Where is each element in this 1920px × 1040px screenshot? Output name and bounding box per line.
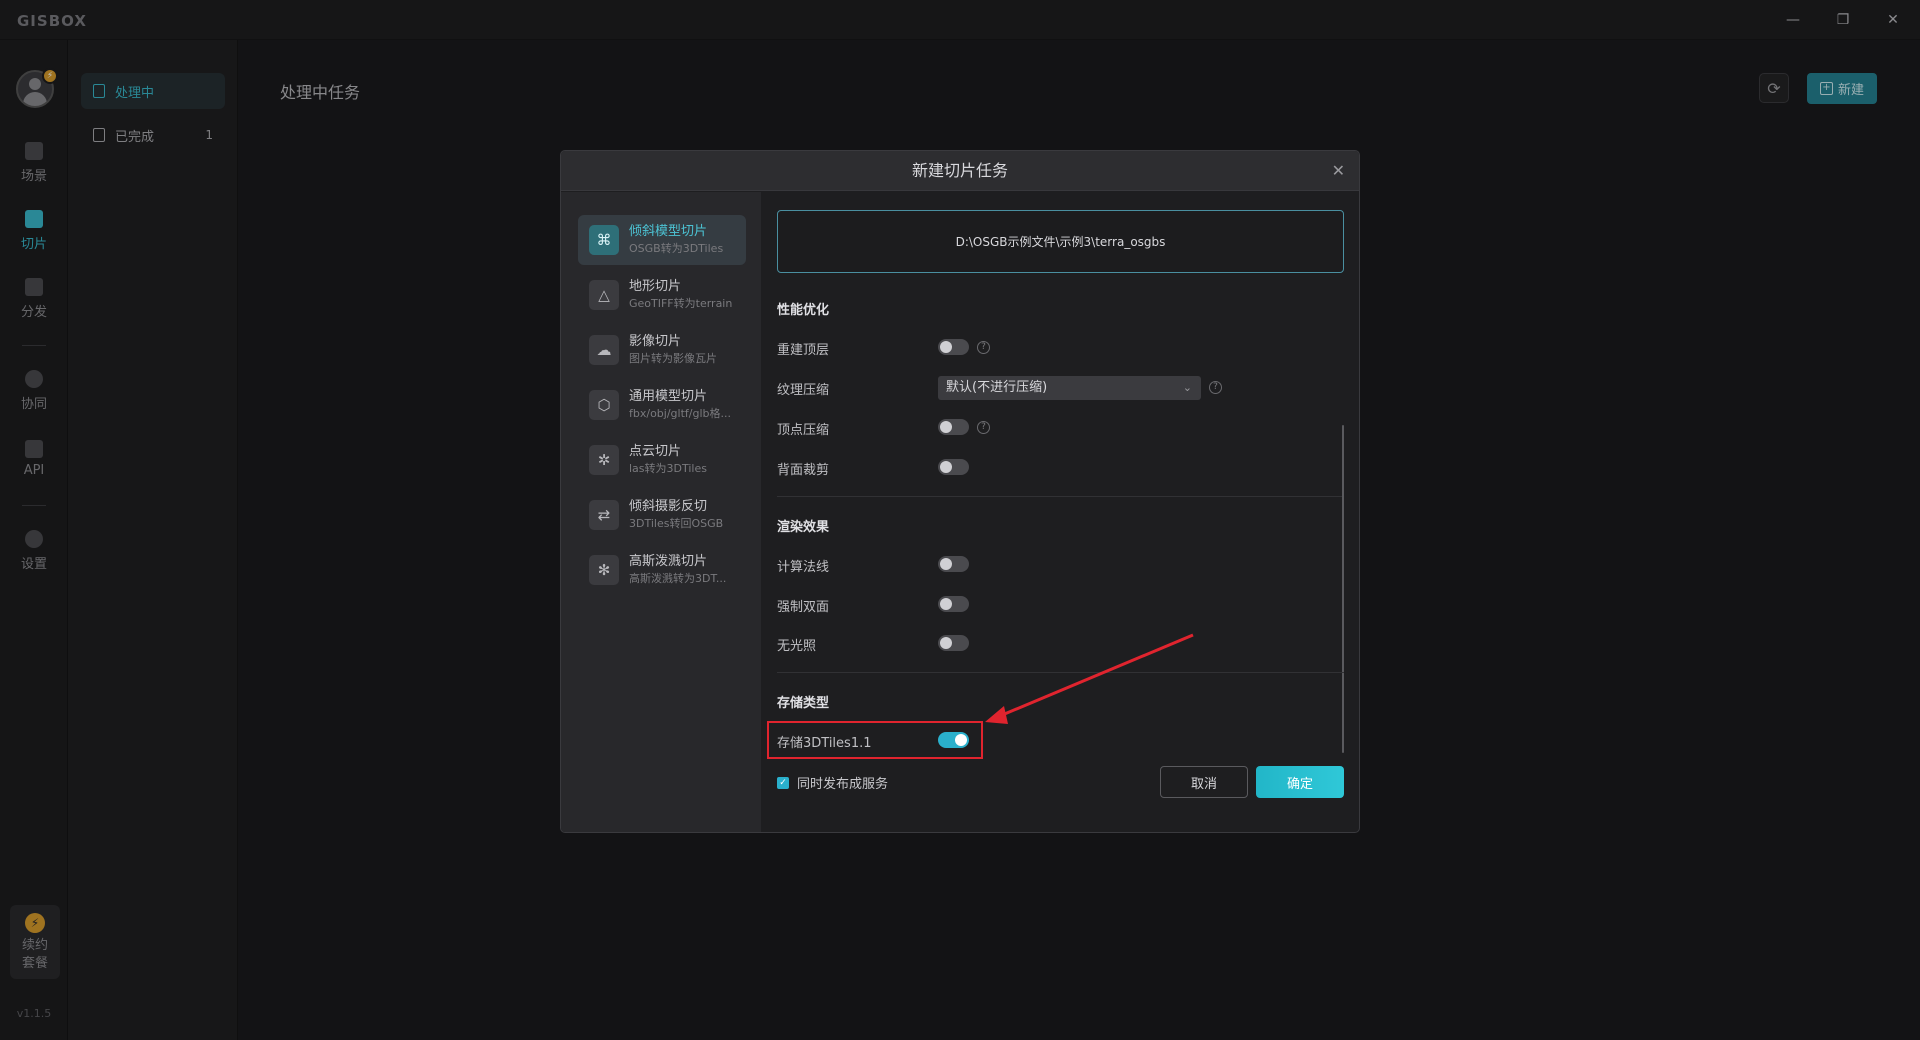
type-item-terrain[interactable]: △ 地形切片 GeoTIFF转为terrain bbox=[578, 270, 746, 320]
type-name: 地形切片 bbox=[629, 279, 682, 294]
section-title-render: 渲染效果 bbox=[777, 520, 830, 535]
label-double-sided: 强制双面 bbox=[777, 600, 830, 615]
publish-service-label: 同时发布成服务 bbox=[797, 777, 889, 792]
cloud-icon: ☁ bbox=[589, 335, 619, 365]
minimize-button[interactable]: — bbox=[1773, 6, 1813, 34]
source-path: D:\OSGB示例文件\示例3\terra_osgbs bbox=[955, 235, 1166, 249]
label-backface-cull: 背面裁剪 bbox=[777, 463, 830, 478]
type-item-imagery[interactable]: ☁ 影像切片 图片转为影像瓦片 bbox=[578, 325, 746, 375]
type-sub: las转为3DTiles bbox=[629, 462, 707, 475]
annotation-highlight-box bbox=[767, 721, 983, 759]
type-name: 点云切片 bbox=[629, 444, 682, 459]
pointcloud-icon: ✲ bbox=[589, 445, 619, 475]
type-item-general-model[interactable]: ⬡ 通用模型切片 fbx/obj/gltf/glb格... bbox=[578, 380, 746, 430]
select-value: 默认(不进行压缩) bbox=[946, 380, 1048, 395]
title-bar: GISBOX — ❐ ✕ bbox=[0, 0, 1920, 40]
cancel-label: 取消 bbox=[1190, 776, 1217, 792]
checkbox-checked-icon[interactable]: ✓ bbox=[777, 776, 789, 789]
help-icon[interactable]: ? bbox=[977, 421, 990, 434]
molecule-icon: ✻ bbox=[589, 555, 619, 585]
source-path-dropzone[interactable]: D:\OSGB示例文件\示例3\terra_osgbs bbox=[777, 210, 1344, 273]
section-title-perf: 性能优化 bbox=[777, 303, 830, 318]
toggle-compute-normals[interactable] bbox=[938, 556, 969, 572]
confirm-label: 确定 bbox=[1286, 776, 1313, 792]
texture-compress-select[interactable]: 默认(不进行压缩) ⌄ bbox=[938, 376, 1201, 400]
label-compute-normals: 计算法线 bbox=[777, 560, 830, 575]
label-rebuild-top: 重建顶层 bbox=[777, 343, 830, 358]
mountain-icon: △ bbox=[589, 280, 619, 310]
type-name: 通用模型切片 bbox=[629, 389, 708, 404]
slice-type-list: ⌘ 倾斜模型切片 OSGB转为3DTiles △ 地形切片 GeoTIFF转为t… bbox=[561, 192, 761, 832]
type-sub: 图片转为影像瓦片 bbox=[629, 352, 717, 365]
cube-icon: ⬡ bbox=[589, 390, 619, 420]
toggle-double-sided[interactable] bbox=[938, 596, 969, 612]
type-item-gaussian[interactable]: ✻ 高斯泼溅切片 高斯泼溅转为3DT... bbox=[578, 545, 746, 595]
type-sub: OSGB转为3DTiles bbox=[629, 242, 724, 255]
type-name: 倾斜摄影反切 bbox=[629, 499, 708, 514]
type-sub: 3DTiles转回OSGB bbox=[629, 517, 724, 530]
command-icon: ⌘ bbox=[589, 225, 619, 255]
type-name: 影像切片 bbox=[629, 334, 682, 349]
dialog-title: 新建切片任务 bbox=[911, 161, 1008, 180]
scrollbar[interactable] bbox=[1342, 425, 1344, 753]
type-name: 高斯泼溅切片 bbox=[629, 554, 708, 569]
section-title-storage: 存储类型 bbox=[777, 696, 830, 711]
type-name: 倾斜模型切片 bbox=[629, 224, 708, 239]
restore-button[interactable]: ❐ bbox=[1823, 6, 1863, 34]
confirm-button[interactable]: 确定 bbox=[1256, 766, 1344, 798]
section-divider bbox=[777, 672, 1344, 673]
type-sub: fbx/obj/gltf/glb格... bbox=[629, 407, 731, 420]
help-icon[interactable]: ? bbox=[1209, 381, 1222, 394]
type-item-oblique[interactable]: ⌘ 倾斜模型切片 OSGB转为3DTiles bbox=[578, 215, 746, 265]
new-slice-task-dialog: 新建切片任务 ✕ ⌘ 倾斜模型切片 OSGB转为3DTiles △ 地形切片 G… bbox=[560, 150, 1360, 833]
type-sub: 高斯泼溅转为3DT... bbox=[629, 572, 727, 585]
cancel-button[interactable]: 取消 bbox=[1160, 766, 1248, 798]
dialog-header: 新建切片任务 ✕ bbox=[561, 151, 1359, 191]
help-icon[interactable]: ? bbox=[977, 341, 990, 354]
type-item-pointcloud[interactable]: ✲ 点云切片 las转为3DTiles bbox=[578, 435, 746, 485]
publish-service-checkbox-row[interactable]: ✓ 同时发布成服务 bbox=[777, 773, 888, 792]
toggle-no-lighting[interactable] bbox=[938, 635, 969, 651]
toggle-rebuild-top[interactable] bbox=[938, 339, 969, 355]
toggle-vertex-compress[interactable] bbox=[938, 419, 969, 435]
chevron-down-icon: ⌄ bbox=[1182, 381, 1192, 394]
section-divider bbox=[777, 496, 1344, 497]
swap-icon: ⇄ bbox=[589, 500, 619, 530]
close-icon[interactable]: ✕ bbox=[1332, 151, 1345, 191]
toggle-backface-cull[interactable] bbox=[938, 459, 969, 475]
label-vertex-compress: 顶点压缩 bbox=[777, 423, 830, 438]
type-item-reverse-oblique[interactable]: ⇄ 倾斜摄影反切 3DTiles转回OSGB bbox=[578, 490, 746, 540]
label-texture-compress: 纹理压缩 bbox=[777, 383, 830, 398]
label-no-lighting: 无光照 bbox=[777, 639, 817, 654]
app-logo: GISBOX bbox=[17, 12, 87, 30]
type-sub: GeoTIFF转为terrain bbox=[629, 297, 733, 310]
close-window-button[interactable]: ✕ bbox=[1873, 6, 1913, 34]
